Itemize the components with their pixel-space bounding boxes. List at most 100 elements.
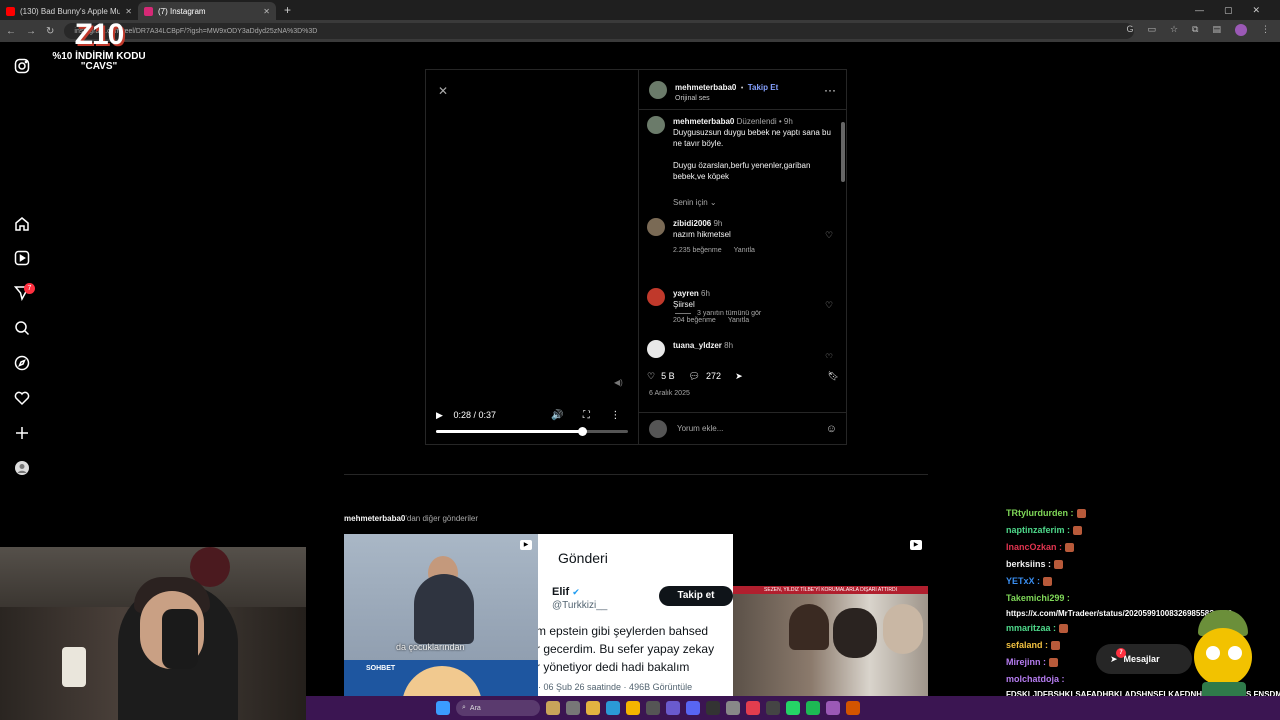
app-icon[interactable] [666,701,680,715]
share-icon[interactable]: ➤ [735,371,743,382]
explorer-icon[interactable] [586,701,600,715]
cast-icon[interactable]: ▭ [1147,24,1156,36]
like-comment-icon[interactable]: ♡ [825,300,835,310]
new-tab-button[interactable]: + [276,3,299,17]
comment-likes[interactable]: 2.235 beğenme [673,245,722,256]
video-progress-bar[interactable] [436,427,628,436]
volume-icon[interactable]: 🔊 [543,410,572,421]
comment-filter-dropdown[interactable]: Senin için ⌄ [673,198,717,207]
chat-username[interactable]: InancOzkan : [1006,542,1062,552]
chat-username[interactable]: molchatdoja : [1006,674,1065,684]
chat-username[interactable]: Takemichi299 : [1006,593,1070,603]
app-icon[interactable] [706,701,720,715]
video-player[interactable]: ✕ ◀) ▶ 0:28 / 0:37 🔊 ⛶ ⋮ [426,70,638,444]
like-icon[interactable]: ♡ [647,371,655,382]
chat-username[interactable]: mmaritzaa : [1006,623,1056,633]
extensions-icon[interactable]: ⧉ [1192,24,1198,36]
post-thumbnail[interactable]: Gönderi Elif ✔ @Turkkizi__ Takip et m ep… [538,534,733,696]
emoji-icon[interactable]: ☺ [826,423,837,435]
edge-icon[interactable] [606,701,620,715]
url-field[interactable]: instagram.com/reel/DR7A34LCBpF/?igsh=MW9… [64,23,1134,39]
bookmark-star-icon[interactable]: ☆ [1170,24,1178,36]
close-tab-icon[interactable]: ✕ [125,7,132,16]
minimize-button[interactable]: — [1195,5,1204,16]
caption-username[interactable]: mehmeterbaba0 [673,117,734,126]
explore-icon[interactable] [14,355,30,371]
post-thumbnail[interactable]: SEZEN, YILDIZ TİLBE'Yİ KORUMALARLA DIŞAR… [733,534,928,696]
avatar[interactable] [647,288,665,306]
home-icon[interactable] [14,216,30,232]
like-comment-icon[interactable]: ♡ [825,230,835,240]
reply-button[interactable]: Yanıtla [728,315,749,326]
sponsor-logo: Z10 [74,18,125,51]
add-comment-input[interactable]: Yorum ekle... [677,424,816,433]
chat-emote-icon [1076,509,1086,519]
instagram-icon[interactable] [14,58,30,74]
avatar[interactable] [647,340,665,358]
follow-button[interactable]: Takip Et [748,83,779,92]
author-username[interactable]: mehmeterbaba0 [675,83,736,92]
spotify-icon[interactable] [806,701,820,715]
tab-instagram[interactable]: (7) Instagram ✕ [138,2,276,20]
profile-icon[interactable] [14,460,30,476]
progress-scrubber[interactable] [577,427,587,436]
app-icon[interactable] [746,701,760,715]
search-icon[interactable] [14,320,30,336]
maximize-button[interactable]: ▢ [1224,5,1233,16]
heart-icon[interactable] [14,390,30,406]
chat-username[interactable]: naptinzaferim : [1006,525,1070,535]
discord-icon[interactable] [686,701,700,715]
menu-icon[interactable]: ⋮ [1261,24,1270,36]
post-thumbnail[interactable]: da çocuklarından SOHBET ▶ [344,534,538,696]
back-icon[interactable]: ← [6,26,16,37]
whatsapp-icon[interactable] [786,701,800,715]
audio-indicator-icon[interactable]: ◀) [614,378,623,387]
start-icon[interactable] [436,701,450,715]
save-icon[interactable]: 🔖︎ [828,371,839,382]
app-icon[interactable] [826,701,840,715]
comment-icon[interactable]: 💬︎ [689,371,700,382]
reels-icon[interactable] [14,250,30,266]
play-icon[interactable]: ▶ [436,410,453,421]
forward-icon[interactable]: → [26,26,36,37]
avatar[interactable] [649,80,667,99]
scrollbar-thumb[interactable] [841,122,845,182]
taskview-icon[interactable] [566,701,580,715]
messages-button[interactable]: ➤ 7 Mesajlar [1096,644,1192,674]
taskbar-search[interactable]: ⌕ Ara [456,700,540,716]
app-icon[interactable] [726,701,740,715]
widget-icon[interactable] [546,701,560,715]
close-window-button[interactable]: ✕ [1252,5,1260,16]
store-icon[interactable] [646,701,660,715]
avatar[interactable] [647,116,665,134]
comment-username[interactable]: yayren [673,289,699,298]
likes-count[interactable]: 5 B [661,371,675,381]
reply-button[interactable]: Yanıtla [734,245,755,256]
app-icon[interactable] [766,701,780,715]
chat-username[interactable]: TRtylurdurden : [1006,508,1074,518]
messages-count-badge: 7 [24,283,35,294]
chat-username[interactable]: Mirejinn : [1006,657,1046,667]
avatar[interactable] [647,218,665,236]
create-icon[interactable] [14,425,30,441]
like-comment-icon[interactable]: ♡ [825,352,835,358]
more-posts-author[interactable]: mehmeterbaba0 [344,514,405,523]
comment-username[interactable]: zibidi2006 [673,219,711,228]
chrome-icon[interactable] [626,701,640,715]
audio-label[interactable]: Orijinal ses [675,95,816,102]
browser-tab-bar: (130) Bad Bunny's Apple Music ✕ (7) Inst… [0,0,1280,20]
close-tab-icon[interactable]: ✕ [263,7,270,16]
fullscreen-icon[interactable]: ⛶ [572,410,601,421]
comment-username[interactable]: tuana_yldzer [673,341,722,350]
comment-likes[interactable]: 204 beğenme [673,315,716,326]
search-google-icon[interactable]: G [1126,24,1133,36]
app-icon[interactable] [846,701,860,715]
chat-username[interactable]: YETxX : [1006,576,1040,586]
profile-avatar[interactable] [1235,24,1247,36]
chat-username[interactable]: berksiins : [1006,559,1051,569]
more-options-icon[interactable]: ··· [824,83,836,97]
more-options-icon[interactable]: ⋮ [601,410,630,421]
comments-scrollbar[interactable] [840,114,846,358]
sidepanel-icon[interactable]: ▤ [1212,24,1221,36]
chat-username[interactable]: sefaland : [1006,640,1048,650]
